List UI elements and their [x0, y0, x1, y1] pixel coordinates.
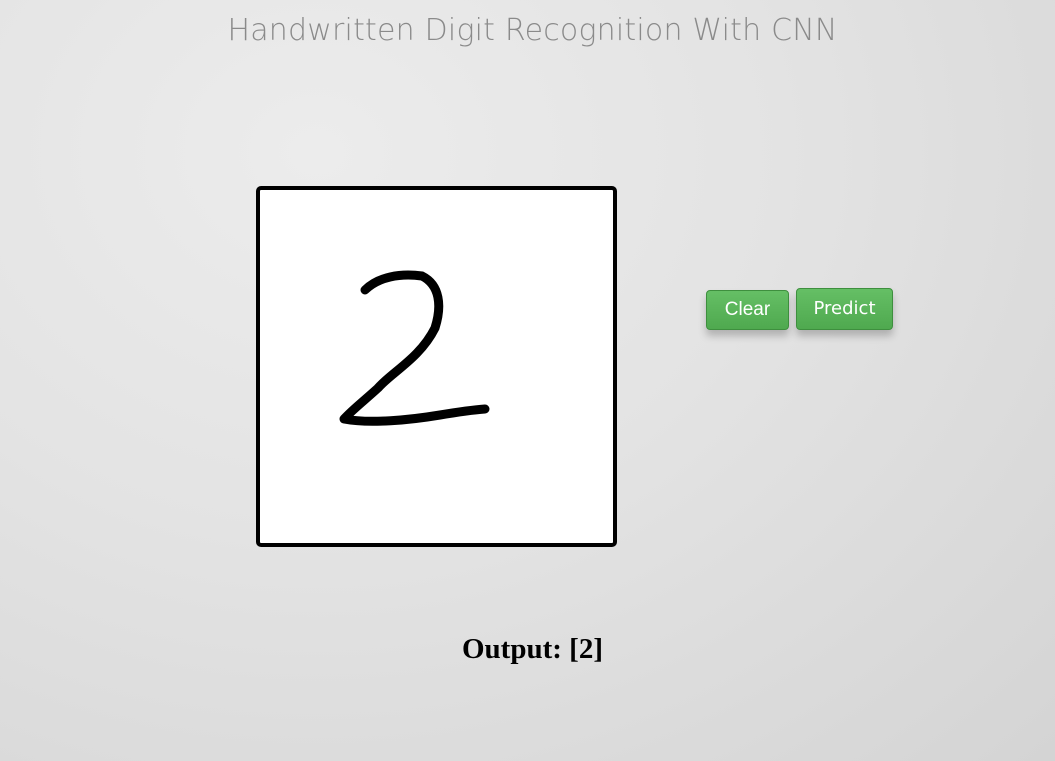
output-text: Output: [2]	[462, 633, 603, 665]
handwritten-digit-stroke	[339, 270, 490, 426]
predict-button[interactable]: Predict	[796, 288, 893, 330]
drawing-canvas[interactable]	[256, 186, 617, 547]
clear-button[interactable]: Clear	[706, 290, 789, 330]
page-title: Handwritten Digit Recognition With CNN	[227, 13, 838, 48]
